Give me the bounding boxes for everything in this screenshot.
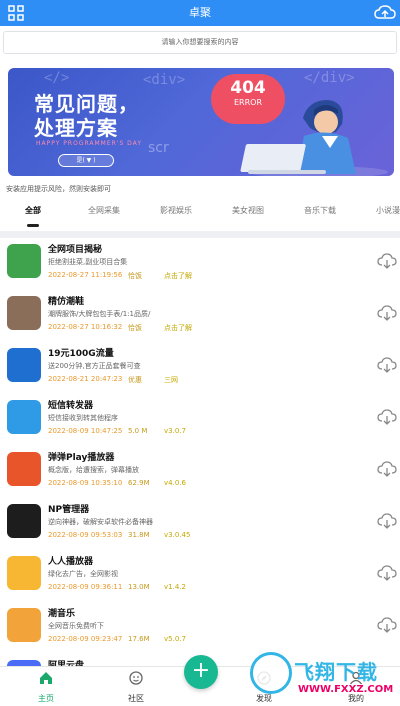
- app-date: 2022-08-09 09:23:47: [48, 635, 123, 643]
- tab-video-entertainment[interactable]: 影视娱乐: [160, 205, 192, 216]
- app-date: 2022-08-09 10:47:25: [48, 427, 123, 435]
- promo-banner[interactable]: </> <div> </div> 常见问题， 处理方案 HAPPY PROGRA…: [8, 68, 394, 176]
- cloud-download-icon[interactable]: [377, 616, 397, 634]
- app-meta: 5.0 M: [128, 427, 148, 435]
- tab-music-download[interactable]: 音乐下载: [304, 205, 336, 216]
- banner-scr-deco: scr: [148, 140, 169, 156]
- app-name: 短信转发器: [48, 401, 94, 411]
- tab-all[interactable]: 全部: [25, 205, 41, 216]
- category-tabs: 全部 全网采集 影视娱乐 美女视图 音乐下载 小说漫: [0, 205, 400, 231]
- home-icon: [40, 672, 52, 684]
- app-name: 弹弹Play播放器: [48, 453, 115, 463]
- top-bar: 卓聚: [0, 0, 400, 26]
- banner-code-deco: </>: [44, 70, 70, 86]
- app-description: 绿化去广告，全网影视: [48, 570, 118, 578]
- add-button[interactable]: +: [184, 655, 218, 689]
- app-meta: 31.8M: [128, 531, 150, 539]
- sim-card-icon: [7, 348, 41, 382]
- app-date: 2022-08-09 10:35:10: [48, 479, 123, 487]
- nav-home[interactable]: 主页: [16, 667, 76, 704]
- nav-home-label: 主页: [38, 694, 54, 703]
- app-description: 潮牌服饰/大牌包包手表/1:1品质/: [48, 310, 151, 318]
- nav-community-label: 社区: [128, 694, 144, 703]
- app-extra: v3.0.7: [164, 427, 186, 435]
- app-description: 概念版，给遭搜索，弹幕播放: [48, 466, 139, 474]
- cloud-download-icon[interactable]: [377, 304, 397, 322]
- app-description: 全网音乐免费听下: [48, 622, 104, 630]
- cloud-download-icon[interactable]: [377, 408, 397, 426]
- community-icon: [129, 671, 143, 685]
- app-name: 全网项目揭秘: [48, 245, 103, 255]
- section-divider: [0, 231, 400, 238]
- cloud-download-icon[interactable]: [377, 564, 397, 582]
- banner-code-deco: </div>: [304, 70, 355, 86]
- app-name: 潮音乐: [48, 609, 76, 619]
- list-item[interactable]: 精仿潮鞋潮牌服饰/大牌包包手表/1:1品质/2022-08-27 10:16:3…: [0, 292, 400, 344]
- cloud-download-icon[interactable]: [377, 356, 397, 374]
- app-date: 2022-08-09 09:53:03: [48, 531, 123, 539]
- paper-plane-icon: [7, 400, 41, 434]
- app-name: NP管理器: [48, 505, 90, 515]
- app-date: 2022-08-27 10:16:32: [48, 323, 123, 331]
- tab-novel[interactable]: 小说漫: [376, 205, 400, 216]
- app-date: 2022-08-21 20:47:23: [48, 375, 123, 383]
- risk-notice: 安装应用提示风险，然则安装即可: [6, 185, 111, 193]
- tab-beauty-images[interactable]: 美女视图: [232, 205, 264, 216]
- list-item[interactable]: 弹弹Play播放器概念版，给遭搜索，弹幕播放 2022-08-09 10:35:1…: [0, 448, 400, 500]
- cloud-upload-icon[interactable]: [374, 3, 396, 23]
- cloud-download-icon[interactable]: [377, 460, 397, 478]
- site-watermark: 飞翔下载 WWW.FXXZ.COM: [248, 648, 398, 704]
- android-icon: [7, 244, 41, 278]
- app-extra: v1.4.2: [164, 583, 186, 591]
- app-description: 短信接收到转其他程序: [48, 414, 118, 422]
- app-meta: 优惠: [128, 376, 142, 384]
- app-meta: 13.0M: [128, 583, 150, 591]
- app-extra: v4.0.6: [164, 479, 186, 487]
- list-item[interactable]: 短信转发器短信接收到转其他程序 2022-08-09 10:47:25 5.0 M v…: [0, 396, 400, 448]
- app-name: 19元100G流量: [48, 349, 114, 359]
- app-extra: v3.0.45: [164, 531, 191, 539]
- tab-web-collect[interactable]: 全网采集: [88, 205, 120, 216]
- bow-icon: [7, 556, 41, 590]
- plus-icon: +: [191, 658, 211, 683]
- watermark-logo-icon: [250, 652, 292, 694]
- watermark-url: WWW.FXXZ.COM: [298, 684, 394, 695]
- app-meta: 恰饭: [128, 324, 142, 332]
- app-date: 2022-08-09 09:36:11: [48, 583, 123, 591]
- cloud-download-icon[interactable]: [377, 252, 397, 270]
- app-date: 2022-08-27 11:19:56: [48, 271, 123, 279]
- app-description: 送200分钟,官方正品套餐可查: [48, 362, 141, 370]
- app-title: 卓聚: [189, 6, 211, 19]
- app-description: 逆向神器，破解安卓软件必备神器: [48, 518, 153, 526]
- watermark-text: 飞翔下载: [294, 660, 378, 684]
- banner-button[interactable]: 是( ▼ ): [58, 154, 114, 167]
- tab-indicator: [27, 224, 39, 227]
- play-icon: [7, 452, 41, 486]
- app-name: 人人播放器: [48, 557, 94, 567]
- list-item[interactable]: 19元100G流量送200分钟,官方正品套餐可查 2022-08-21 20:47…: [0, 344, 400, 396]
- list-item[interactable]: 人人播放器绿化去广告，全网影视 2022-08-09 09:36:11 13.0M v…: [0, 552, 400, 604]
- banner-code-deco: <div>: [143, 72, 186, 88]
- app-extra: 点击了解: [164, 272, 192, 280]
- search-placeholder: 请输入你想要搜索的内容: [161, 38, 239, 46]
- search-bar[interactable]: 请输入你想要搜索的内容: [3, 31, 397, 54]
- list-item[interactable]: NP管理器逆向神器，破解安卓软件必备神器 2022-08-09 09:53:03 3…: [0, 500, 400, 552]
- programmer-illustration-icon: [240, 100, 388, 176]
- list-item[interactable]: 全网项目揭秘拒绝割韭菜,副业项目合集 2022-08-27 11:19:56 恰饭 点…: [0, 240, 400, 292]
- banner-subtitle: HAPPY PROGRAMMER'S DAY: [36, 140, 142, 147]
- app-meta: 62.9M: [128, 479, 150, 487]
- shoes-icon: [7, 296, 41, 330]
- app-description: 拒绝割韭菜,副业项目合集: [48, 258, 128, 266]
- android-robot-icon: [7, 504, 41, 538]
- banner-title-line2: 处理方案: [34, 116, 118, 140]
- app-meta: 恰饭: [128, 272, 142, 280]
- app-meta: 17.6M: [128, 635, 150, 643]
- app-extra: 点击了解: [164, 324, 192, 332]
- app-extra: 三网: [164, 376, 178, 384]
- app-extra: v5.0.7: [164, 635, 186, 643]
- cloud-download-icon[interactable]: [377, 512, 397, 530]
- app-name: 精仿潮鞋: [48, 297, 85, 307]
- toast-icon: [7, 608, 41, 642]
- nav-community[interactable]: 社区: [106, 667, 166, 704]
